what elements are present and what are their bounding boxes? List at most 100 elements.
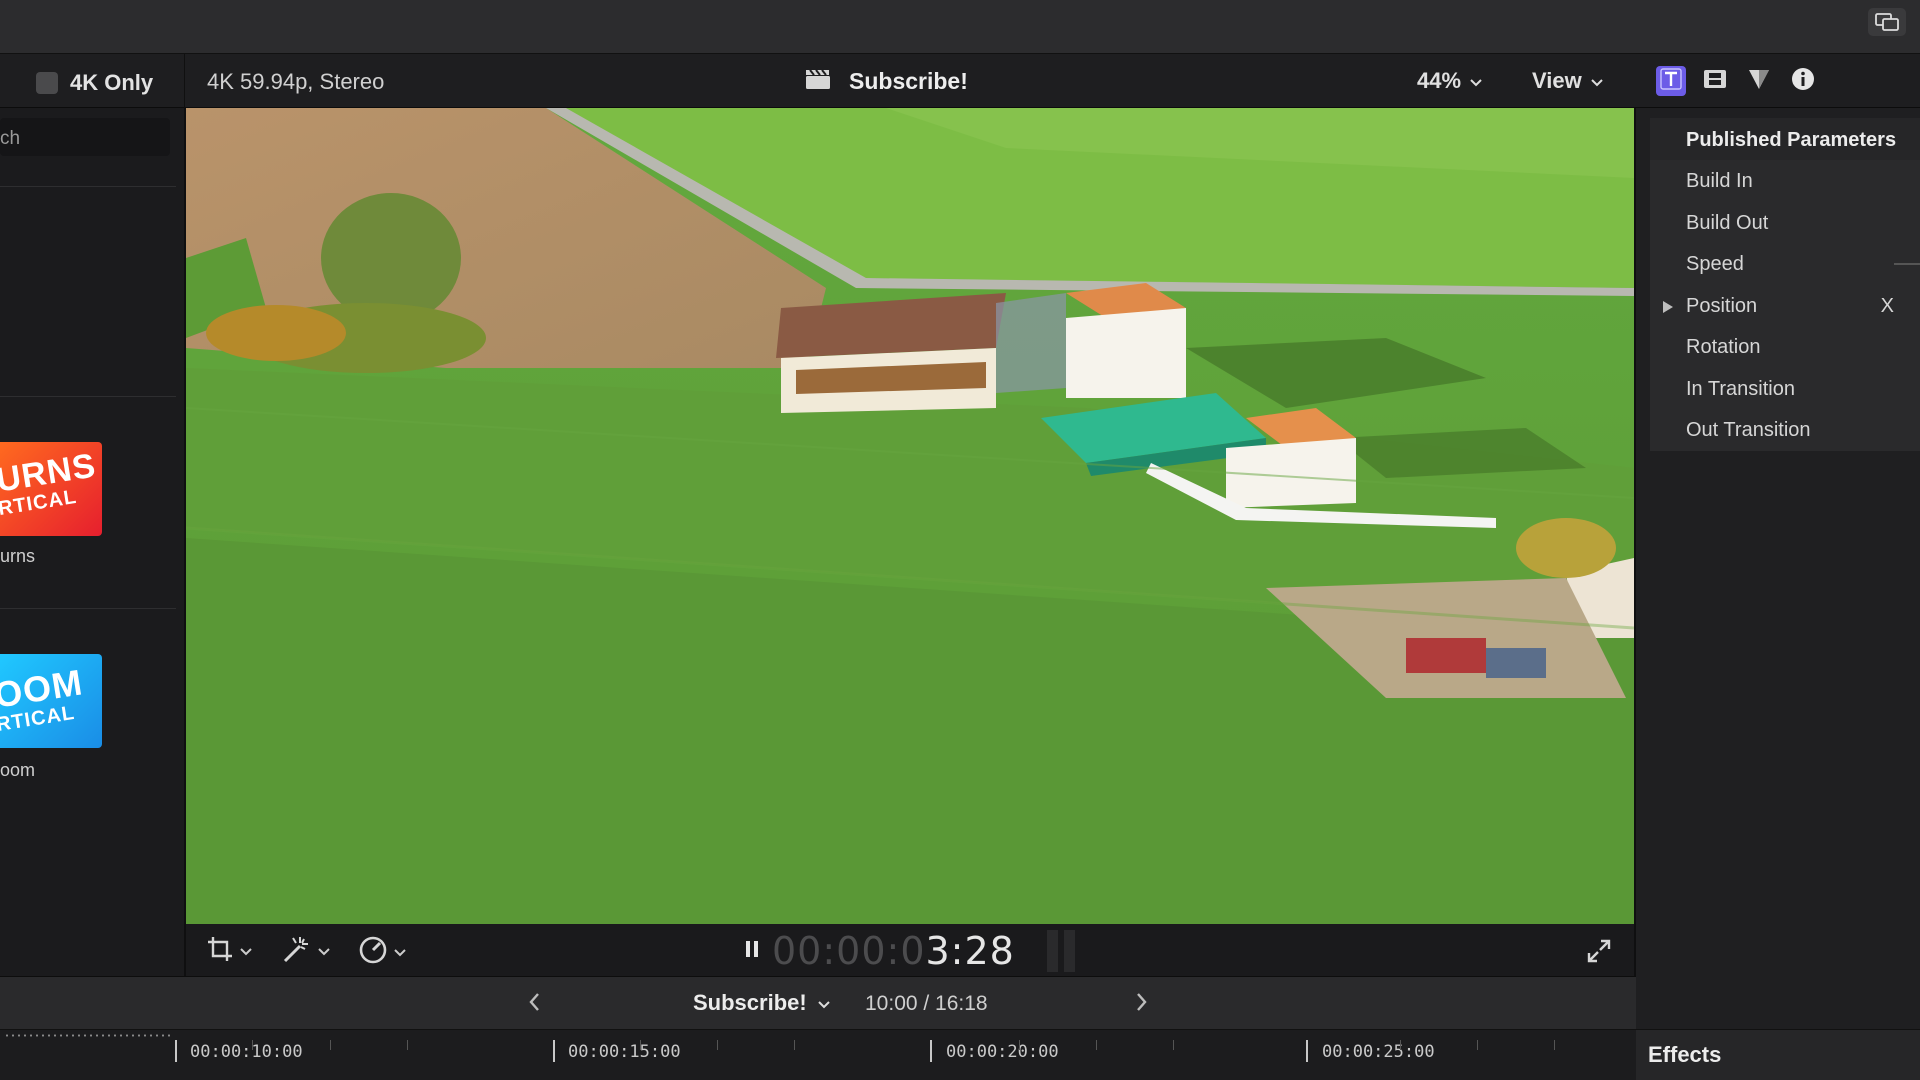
ruler-minor-tick	[252, 1040, 253, 1050]
param-speed[interactable]: Speed	[1650, 243, 1920, 285]
ruler-major-tick	[1306, 1040, 1308, 1062]
chevron-down-icon	[240, 943, 252, 961]
ruler-minor-tick	[794, 1040, 795, 1050]
ruler-minor-tick	[1477, 1040, 1478, 1050]
enhance-tool-button[interactable]	[282, 935, 330, 968]
timeline-project-dropdown[interactable]: Subscribe!	[693, 990, 831, 1016]
position-x-label: X	[1880, 294, 1894, 317]
timecode-display[interactable]: 00:00:03:28	[744, 929, 1077, 973]
ruler-minor-tick	[717, 1040, 718, 1050]
toolbar-divider	[184, 54, 185, 108]
format-info: 4K 59.94p, Stereo	[207, 69, 385, 94]
timeline-title: Subscribe!	[693, 990, 807, 1015]
param-label: In Transition	[1686, 377, 1795, 400]
param-label: Position	[1686, 294, 1758, 317]
param-build-out[interactable]: Build Out	[1650, 202, 1920, 244]
timeline-duration: 10:00 / 16:18	[865, 992, 988, 1015]
crop-icon	[206, 935, 234, 968]
ruler-major-tick	[175, 1040, 177, 1062]
timecode-dim: 00:00:0	[772, 929, 926, 973]
title-bar	[0, 0, 1920, 54]
ruler-label: 00:00:20:00	[946, 1042, 1059, 1062]
timeline-header: Subscribe! 10:00 / 16:18	[0, 976, 1636, 1029]
search-text: ch	[0, 128, 21, 149]
4k-only-checkbox[interactable]: 4K Only	[36, 70, 153, 96]
viewer-toolbar: 4K Only 4K 59.94p, Stereo Subscribe! 44%…	[0, 54, 1920, 108]
param-label: Rotation	[1686, 336, 1761, 358]
4k-only-label: 4K Only	[70, 70, 154, 95]
project-title: Subscribe!	[805, 68, 968, 95]
ruler-minor-tick	[330, 1040, 331, 1050]
search-field[interactable]: ch	[0, 118, 170, 156]
ruler-minor-tick	[407, 1040, 408, 1050]
project-title-label: Subscribe!	[849, 68, 968, 94]
zoom-value: 44%	[1417, 68, 1462, 93]
video-viewer[interactable]	[186, 108, 1634, 924]
magic-wand-icon	[282, 935, 312, 968]
browser-divider	[0, 396, 176, 397]
ruler-range-dots	[4, 1034, 172, 1037]
generator-label: urns	[0, 546, 36, 566]
ruler-major-tick	[930, 1040, 932, 1062]
param-out-transition[interactable]: Out Transition	[1650, 409, 1920, 451]
effects-browser-header[interactable]: Effects	[1636, 1029, 1920, 1080]
param-build-in[interactable]: Build In	[1650, 160, 1920, 202]
ruler-minor-tick	[1096, 1040, 1097, 1050]
param-rotation[interactable]: Rotation	[1650, 326, 1920, 368]
zoom-dropdown[interactable]: 44%	[1417, 68, 1483, 94]
clapper-icon	[805, 68, 831, 95]
chevron-down-icon	[1469, 68, 1483, 94]
transport-bar: 00:00:03:28	[186, 924, 1634, 976]
expand-icon	[1586, 939, 1612, 968]
inspector-panel: Published Parameters Build In Build Out …	[1636, 108, 1920, 1033]
video-inspector-tab[interactable]	[1700, 66, 1730, 96]
param-label: Build Out	[1686, 211, 1769, 234]
title-t-icon	[1660, 67, 1682, 95]
fullscreen-button[interactable]	[1586, 938, 1612, 969]
ruler-major-tick	[553, 1040, 555, 1062]
effects-label: Effects	[1648, 1042, 1722, 1067]
color-board-icon	[1748, 68, 1770, 95]
chevron-left-icon	[528, 993, 542, 1017]
info-icon	[1791, 67, 1815, 96]
chevron-down-icon	[318, 943, 330, 961]
checkbox-box[interactable]	[36, 72, 58, 94]
title-inspector-tab[interactable]	[1656, 66, 1686, 96]
film-icon	[1703, 68, 1727, 95]
param-label: Speed	[1686, 253, 1744, 275]
ruler-minor-tick	[1019, 1040, 1020, 1050]
generator-label: oom	[0, 760, 36, 780]
info-inspector-tab[interactable]	[1788, 66, 1818, 96]
browser-divider	[0, 186, 176, 187]
param-label: Build In	[1686, 170, 1753, 192]
ruler-minor-tick	[640, 1040, 641, 1050]
slider-track[interactable]	[1894, 263, 1920, 265]
browser-divider	[0, 608, 176, 609]
next-project-button[interactable]	[1134, 991, 1148, 1018]
chevron-down-icon	[1590, 68, 1604, 94]
param-in-transition[interactable]: In Transition	[1650, 368, 1920, 410]
parameters-header: Published Parameters	[1650, 118, 1920, 160]
browser-panel: ch URNS RTICAL urns OOM RTICAL oom	[0, 108, 184, 976]
pause-icon[interactable]	[744, 939, 760, 964]
generator-thumbnail[interactable]: URNS RTICAL	[0, 442, 102, 536]
timeline-ruler[interactable]: 00:00:10:00 00:00:15:00 00:00:20:00 00:0…	[0, 1029, 1636, 1080]
chevron-down-icon	[394, 944, 406, 962]
param-position[interactable]: Position X	[1650, 285, 1920, 327]
crop-tool-button[interactable]	[206, 935, 252, 968]
published-parameters: Published Parameters Build In Build Out …	[1650, 118, 1920, 451]
view-dropdown[interactable]: View	[1532, 68, 1604, 94]
audio-meter	[1046, 930, 1077, 972]
disclosure-triangle-icon[interactable]	[1662, 297, 1674, 320]
ruler-label: 00:00:25:00	[1322, 1042, 1435, 1062]
ruler-label: 00:00:15:00	[568, 1042, 681, 1062]
retime-tool-button[interactable]	[358, 935, 406, 970]
ruler-minor-tick	[1173, 1040, 1174, 1050]
ruler-label: 00:00:10:00	[190, 1042, 303, 1062]
previous-project-button[interactable]	[528, 991, 542, 1018]
color-inspector-tab[interactable]	[1744, 66, 1774, 96]
inspector-tabs	[1656, 66, 1818, 96]
window-layout-icon[interactable]	[1868, 8, 1906, 36]
chevron-right-icon	[1134, 993, 1148, 1017]
generator-thumbnail[interactable]: OOM RTICAL	[0, 654, 102, 748]
